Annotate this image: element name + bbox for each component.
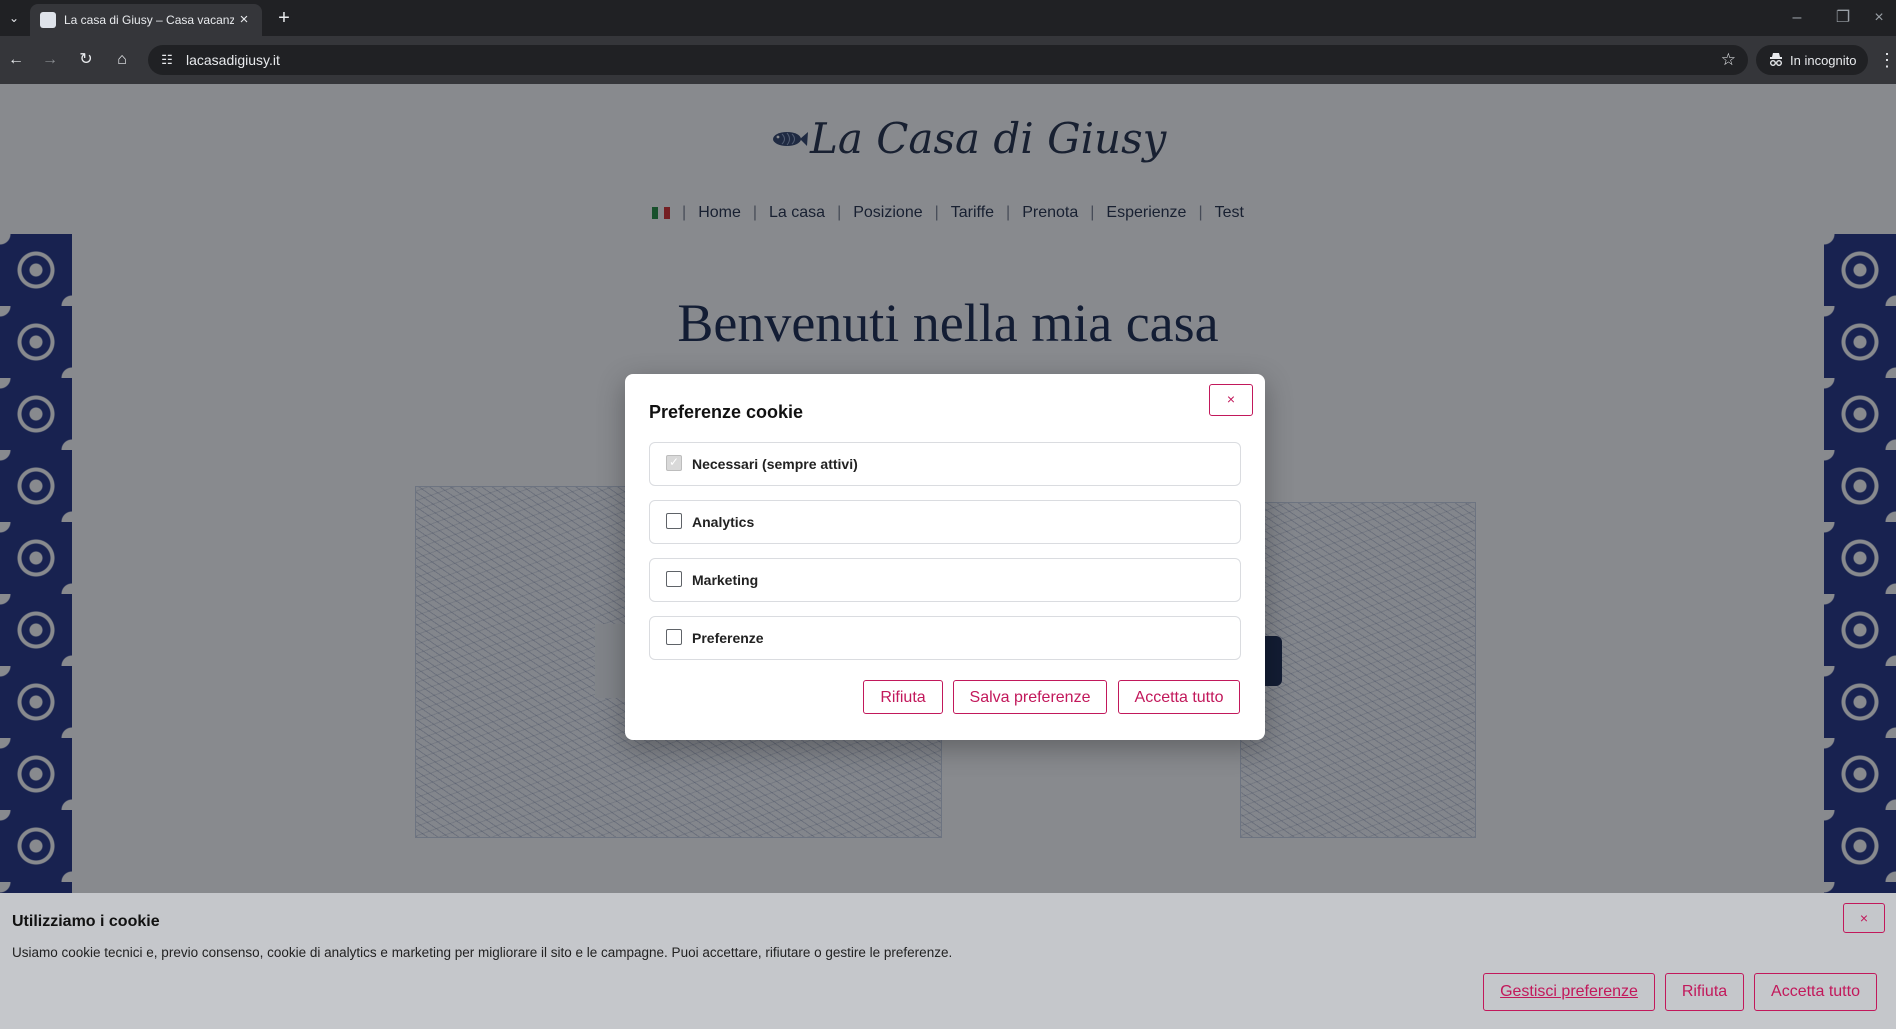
reload-icon[interactable]: ↻ [74,48,98,72]
banner-manage-button[interactable]: Gestisci preferenze [1483,973,1655,1011]
banner-reject-button[interactable]: Rifiuta [1665,973,1744,1011]
banner-accept-button[interactable]: Accetta tutto [1754,973,1877,1011]
site-info-icon[interactable]: ☷ [158,51,176,69]
marketing-checkbox[interactable] [666,571,682,587]
analytics-checkbox[interactable] [666,513,682,529]
modal-title: Preferenze cookie [649,402,804,422]
browser-menu-icon[interactable]: ⋮ [1878,48,1896,72]
cookie-preferences-modal: × Preferenze cookie ✓ Necessari (sempre … [625,374,1265,740]
back-icon[interactable]: ← [4,48,28,72]
banner-text: Usiamo cookie tecnici e, previo consenso… [12,945,953,960]
browser-tab-bar: ⌄ La casa di Giusy – Casa vacanze × + – … [0,0,1896,36]
banner-title: Utilizziamo i cookie [12,913,160,930]
modal-reject-button[interactable]: Rifiuta [863,680,943,714]
minimize-icon[interactable]: – [1782,6,1812,30]
necessary-checkbox: ✓ [666,455,682,471]
browser-toolbar: ← → ↻ ⌂ ☷ lacasadigiusy.it ☆ In incognit… [0,36,1896,84]
pref-preferences[interactable]: Preferenze [649,616,1241,660]
window-close-icon[interactable]: × [1864,6,1894,30]
tab-title: La casa di Giusy – Casa vacanze [64,13,234,27]
pref-marketing[interactable]: Marketing [649,558,1241,602]
home-icon[interactable]: ⌂ [110,48,134,72]
necessary-label: Necessari (sempre attivi) [692,456,858,472]
forward-icon[interactable]: → [38,48,62,72]
preferences-checkbox[interactable] [666,629,682,645]
new-tab-icon[interactable]: + [272,6,296,30]
marketing-label[interactable]: Marketing [692,572,758,588]
tab-close-icon[interactable]: × [234,10,254,30]
site-favicon-icon [40,12,56,28]
browser-tab[interactable]: La casa di Giusy – Casa vacanze × [30,4,262,36]
preferences-label[interactable]: Preferenze [692,630,764,646]
modal-save-button[interactable]: Salva preferenze [953,680,1107,714]
incognito-icon [1770,53,1782,66]
pref-analytics[interactable]: Analytics [649,500,1241,544]
modal-close-button[interactable]: × [1209,384,1253,416]
address-bar[interactable]: ☷ lacasadigiusy.it ☆ [148,45,1748,75]
tab-search-icon[interactable]: ⌄ [4,8,24,28]
bookmark-star-icon[interactable]: ☆ [1721,50,1736,70]
analytics-label[interactable]: Analytics [692,514,754,530]
incognito-badge[interactable]: In incognito [1756,45,1868,75]
modal-accept-button[interactable]: Accetta tutto [1118,680,1240,714]
url-text[interactable]: lacasadigiusy.it [186,52,280,68]
cookie-banner: Utilizziamo i cookie Usiamo cookie tecni… [0,893,1896,1029]
banner-close-button[interactable]: × [1843,903,1885,933]
restore-icon[interactable]: ❐ [1828,6,1858,30]
incognito-label: In incognito [1790,53,1857,68]
pref-necessary: ✓ Necessari (sempre attivi) [649,442,1241,486]
